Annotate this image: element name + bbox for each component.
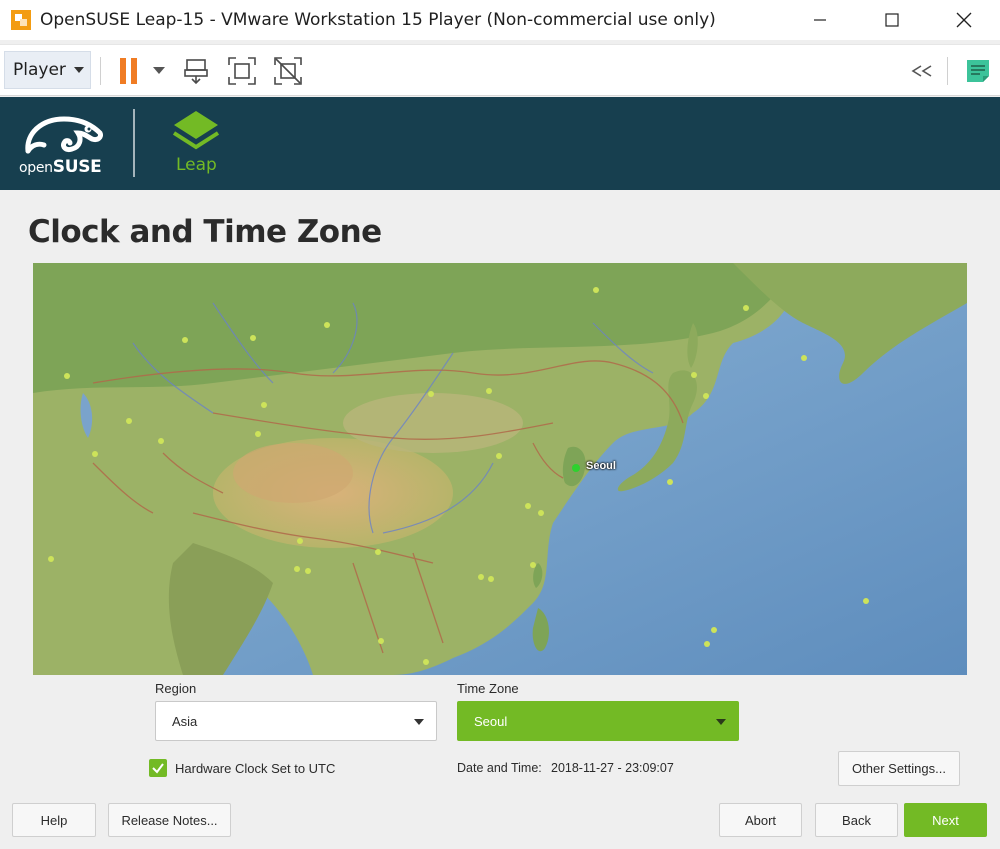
chevron-down-icon [153, 67, 165, 74]
vmware-toolbar: Player [0, 44, 1000, 96]
toolbar-separator [100, 57, 101, 85]
installer-header: openSUSE Leap [0, 97, 1000, 190]
maximize-button[interactable] [856, 0, 928, 40]
timezone-select[interactable]: Seoul [457, 701, 739, 741]
leap-logo-icon [172, 111, 220, 150]
timezone-select-value: Seoul [474, 713, 508, 729]
close-button[interactable] [928, 0, 1000, 40]
header-divider [133, 109, 135, 177]
fullscreen-icon [228, 57, 256, 85]
double-chevron-left-icon [911, 65, 932, 77]
unity-button[interactable] [272, 55, 304, 87]
close-icon [956, 12, 972, 28]
timezone-map[interactable]: Seoul [33, 263, 967, 675]
minimize-icon [814, 19, 826, 21]
region-select[interactable]: Asia [155, 701, 437, 741]
chevron-down-icon [716, 719, 726, 725]
date-time-value: 2018-11-27 - 23:09:07 [551, 761, 674, 775]
full-screen-button[interactable] [226, 55, 258, 87]
date-time-label: Date and Time: [457, 761, 542, 775]
player-menu-label: Player [13, 60, 66, 80]
unity-icon [274, 57, 302, 85]
player-menu-button[interactable]: Player [4, 51, 91, 89]
send-keys-icon [184, 59, 208, 85]
seoul-marker [572, 464, 580, 472]
pause-button[interactable] [116, 55, 142, 87]
chevron-down-icon [414, 719, 424, 725]
power-options-dropdown[interactable] [150, 55, 168, 87]
minimize-button[interactable] [784, 0, 856, 40]
region-label: Region [155, 681, 197, 696]
release-notes-button[interactable]: Release Notes... [108, 803, 231, 837]
opensuse-chameleon-logo [25, 116, 103, 154]
window-title: OpenSUSE Leap-15 - VMware Workstation 15… [40, 10, 716, 30]
toolbar-separator [947, 57, 948, 85]
abort-button[interactable]: Abort [719, 803, 802, 837]
pause-icon [120, 58, 137, 84]
chevron-down-icon [73, 67, 84, 73]
notes-button[interactable] [962, 55, 994, 87]
note-icon [967, 60, 989, 82]
region-select-value: Asia [172, 713, 198, 729]
library-collapse-button[interactable] [906, 55, 938, 87]
hardware-clock-checkbox[interactable] [149, 759, 167, 777]
help-button[interactable]: Help [12, 803, 96, 837]
other-settings-button[interactable]: Other Settings... [838, 751, 960, 786]
page-title: Clock and Time Zone [28, 214, 382, 250]
window-titlebar: OpenSUSE Leap-15 - VMware Workstation 15… [0, 0, 1000, 40]
send-ctrl-alt-del-button[interactable] [182, 55, 212, 87]
checkmark-icon [152, 763, 164, 774]
world-map-image [33, 263, 967, 675]
leap-label: Leap [176, 155, 217, 175]
selected-city-label: Seoul [586, 460, 616, 472]
opensuse-wordmark: openSUSE [19, 157, 102, 177]
next-button[interactable]: Next [904, 803, 987, 837]
vmware-player-icon [11, 10, 31, 30]
timezone-label: Time Zone [457, 681, 519, 696]
hardware-clock-label: Hardware Clock Set to UTC [175, 761, 336, 776]
maximize-icon [885, 13, 899, 27]
back-button[interactable]: Back [815, 803, 898, 837]
